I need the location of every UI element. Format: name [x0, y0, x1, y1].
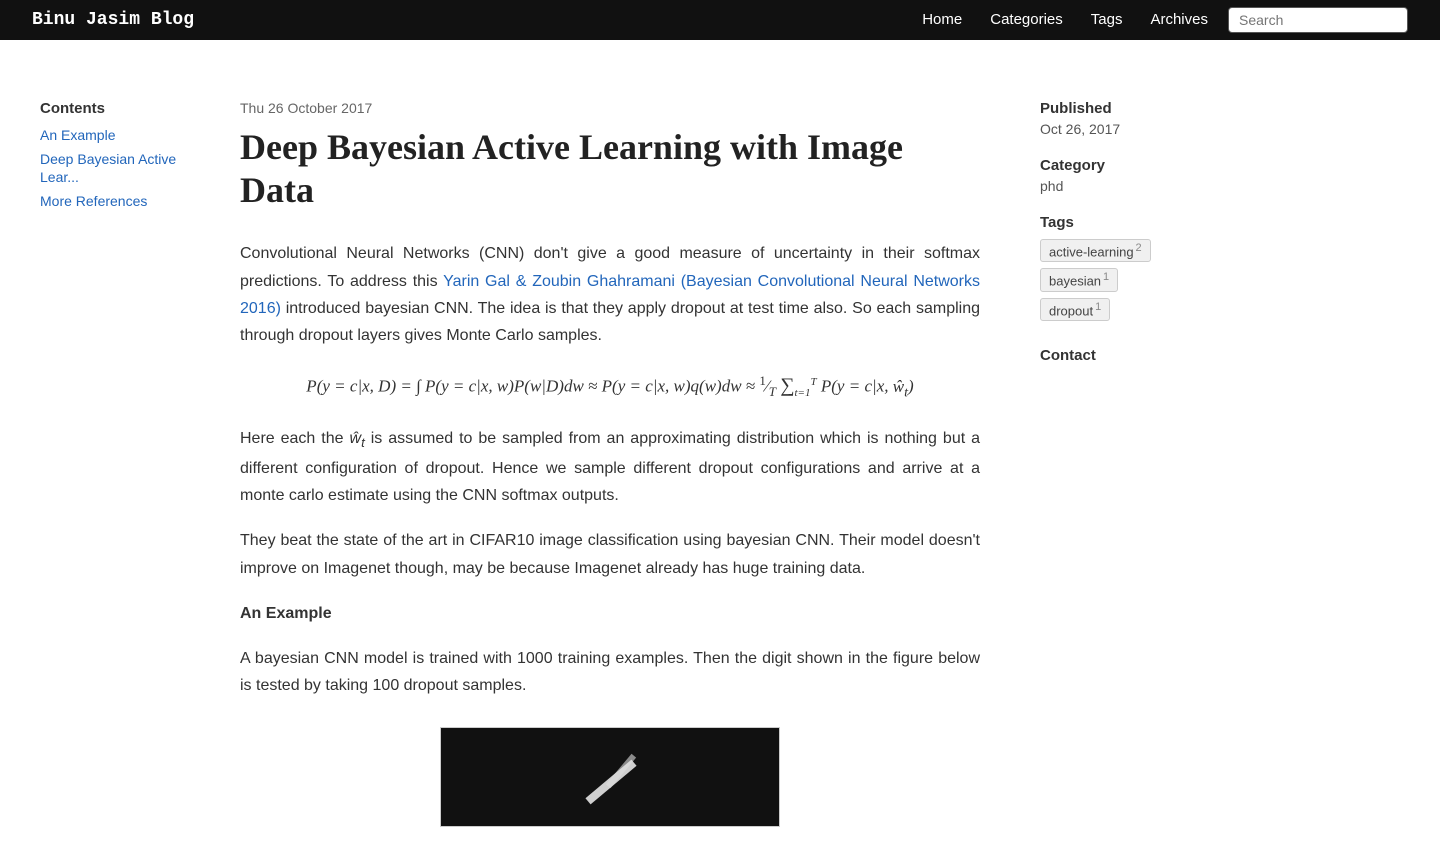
tag-dropout[interactable]: dropout1	[1040, 298, 1110, 321]
digit-image	[440, 727, 780, 827]
image-figure	[240, 727, 980, 827]
post-body: Convolutional Neural Networks (CNN) don'…	[240, 240, 980, 699]
post-title: Deep Bayesian Active Learning with Image…	[240, 126, 980, 212]
tags-title: Tags	[1040, 214, 1200, 231]
sidebar-right: Published Oct 26, 2017 Category phd Tags…	[1020, 40, 1220, 867]
example-paragraph: A bayesian CNN model is trained with 100…	[240, 645, 980, 699]
nav-categories[interactable]: Categories	[990, 11, 1063, 28]
navbar: Binu Jasim Blog Home Categories Tags Arc…	[0, 0, 1440, 40]
tag-count-3: 1	[1095, 301, 1101, 313]
category-value: phd	[1040, 178, 1200, 194]
formula-block: P(y = c|x, D) = ∫ P(y = c|x, w)P(w|D)dw …	[240, 373, 980, 401]
category-section: Category phd	[1040, 157, 1200, 194]
sidebar-left: Contents An Example Deep Bayesian Active…	[0, 40, 220, 867]
nav-tags[interactable]: Tags	[1091, 11, 1123, 28]
tags-section: Tags active-learning2 bayesian1 dropout1	[1040, 214, 1200, 327]
formula-math: P(y = c|x, D) = ∫ P(y = c|x, w)P(w|D)dw …	[306, 373, 913, 401]
tag-bayesian[interactable]: bayesian1	[1040, 268, 1118, 291]
contents-list: An Example Deep Bayesian Active Lear... …	[40, 127, 200, 211]
section-heading: An Example	[240, 600, 980, 627]
paragraph-2: Here each the ŵt is assumed to be sample…	[240, 425, 980, 509]
contents-item-3[interactable]: More References	[40, 193, 147, 209]
nav-links: Home Categories Tags Archives	[922, 11, 1208, 29]
paragraph-1: Convolutional Neural Networks (CNN) don'…	[240, 240, 980, 349]
contents-item-1[interactable]: An Example	[40, 127, 115, 143]
search-input[interactable]	[1228, 7, 1408, 33]
category-label: Category	[1040, 157, 1200, 174]
tag-name-2: bayesian	[1049, 274, 1101, 289]
page-wrapper: Contents An Example Deep Bayesian Active…	[0, 40, 1440, 867]
tag-count-2: 1	[1103, 271, 1109, 283]
published-value: Oct 26, 2017	[1040, 121, 1200, 137]
tag-count-1: 2	[1136, 242, 1142, 254]
tag-active-learning[interactable]: active-learning2	[1040, 239, 1151, 262]
tag-name-1: active-learning	[1049, 244, 1134, 259]
nav-archives[interactable]: Archives	[1150, 11, 1208, 28]
contents-title: Contents	[40, 100, 200, 117]
main-content: Thu 26 October 2017 Deep Bayesian Active…	[220, 40, 1020, 867]
nav-brand: Binu Jasim Blog	[32, 10, 194, 30]
post-date: Thu 26 October 2017	[240, 100, 980, 116]
published-section: Published Oct 26, 2017	[1040, 100, 1200, 137]
contact-label: Contact	[1040, 347, 1200, 364]
nav-home[interactable]: Home	[922, 11, 962, 28]
external-link[interactable]: Yarin Gal & Zoubin Ghahramani (Bayesian …	[240, 273, 980, 317]
paragraph-3: They beat the state of the art in CIFAR1…	[240, 527, 980, 581]
tag-name-3: dropout	[1049, 303, 1093, 318]
contents-item-2[interactable]: Deep Bayesian Active Lear...	[40, 151, 176, 185]
published-label: Published	[1040, 100, 1200, 117]
